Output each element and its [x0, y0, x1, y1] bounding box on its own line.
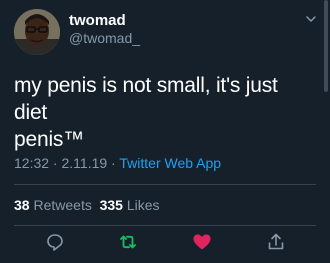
likes-count: 335: [99, 197, 123, 213]
user-handle[interactable]: @twomad_: [69, 30, 140, 47]
retweet-icon[interactable]: [118, 232, 138, 252]
chevron-down-icon[interactable]: [305, 13, 317, 25]
tweet-time[interactable]: 12:32: [14, 155, 49, 171]
tweet-text-line: my penis is not small, it's just diet: [14, 74, 278, 124]
divider: [14, 225, 316, 226]
avatar-image: [14, 9, 60, 55]
display-name[interactable]: twomad: [69, 12, 126, 30]
tweet-card: twomad @twomad_ my penis is not small, i…: [0, 0, 330, 263]
heart-icon[interactable]: [192, 232, 212, 252]
share-icon[interactable]: [266, 232, 286, 252]
retweets-count: 38: [14, 197, 30, 213]
retweets-stat[interactable]: 38 Retweets: [14, 197, 92, 213]
reply-icon[interactable]: [45, 232, 65, 252]
divider: [14, 184, 316, 185]
tweet-stats: 38 Retweets 335 Likes: [14, 197, 160, 214]
tweet-text-line: penis™: [14, 128, 85, 151]
likes-label: Likes: [126, 197, 160, 213]
tweet-meta: 12:32 · 2.11.19 · Twitter Web App: [14, 155, 221, 172]
tweet-date[interactable]: 2.11.19: [62, 155, 108, 171]
retweets-label: Retweets: [33, 197, 92, 213]
tweet-text: my penis is not small, it's just diet pe…: [14, 72, 314, 153]
tweet-source-link[interactable]: Twitter Web App: [119, 155, 221, 171]
scrollbar[interactable]: [324, 0, 328, 92]
meta-separator: ·: [49, 155, 62, 171]
likes-stat[interactable]: 335 Likes: [100, 197, 160, 213]
avatar[interactable]: [14, 9, 60, 55]
meta-separator: ·: [107, 155, 120, 171]
